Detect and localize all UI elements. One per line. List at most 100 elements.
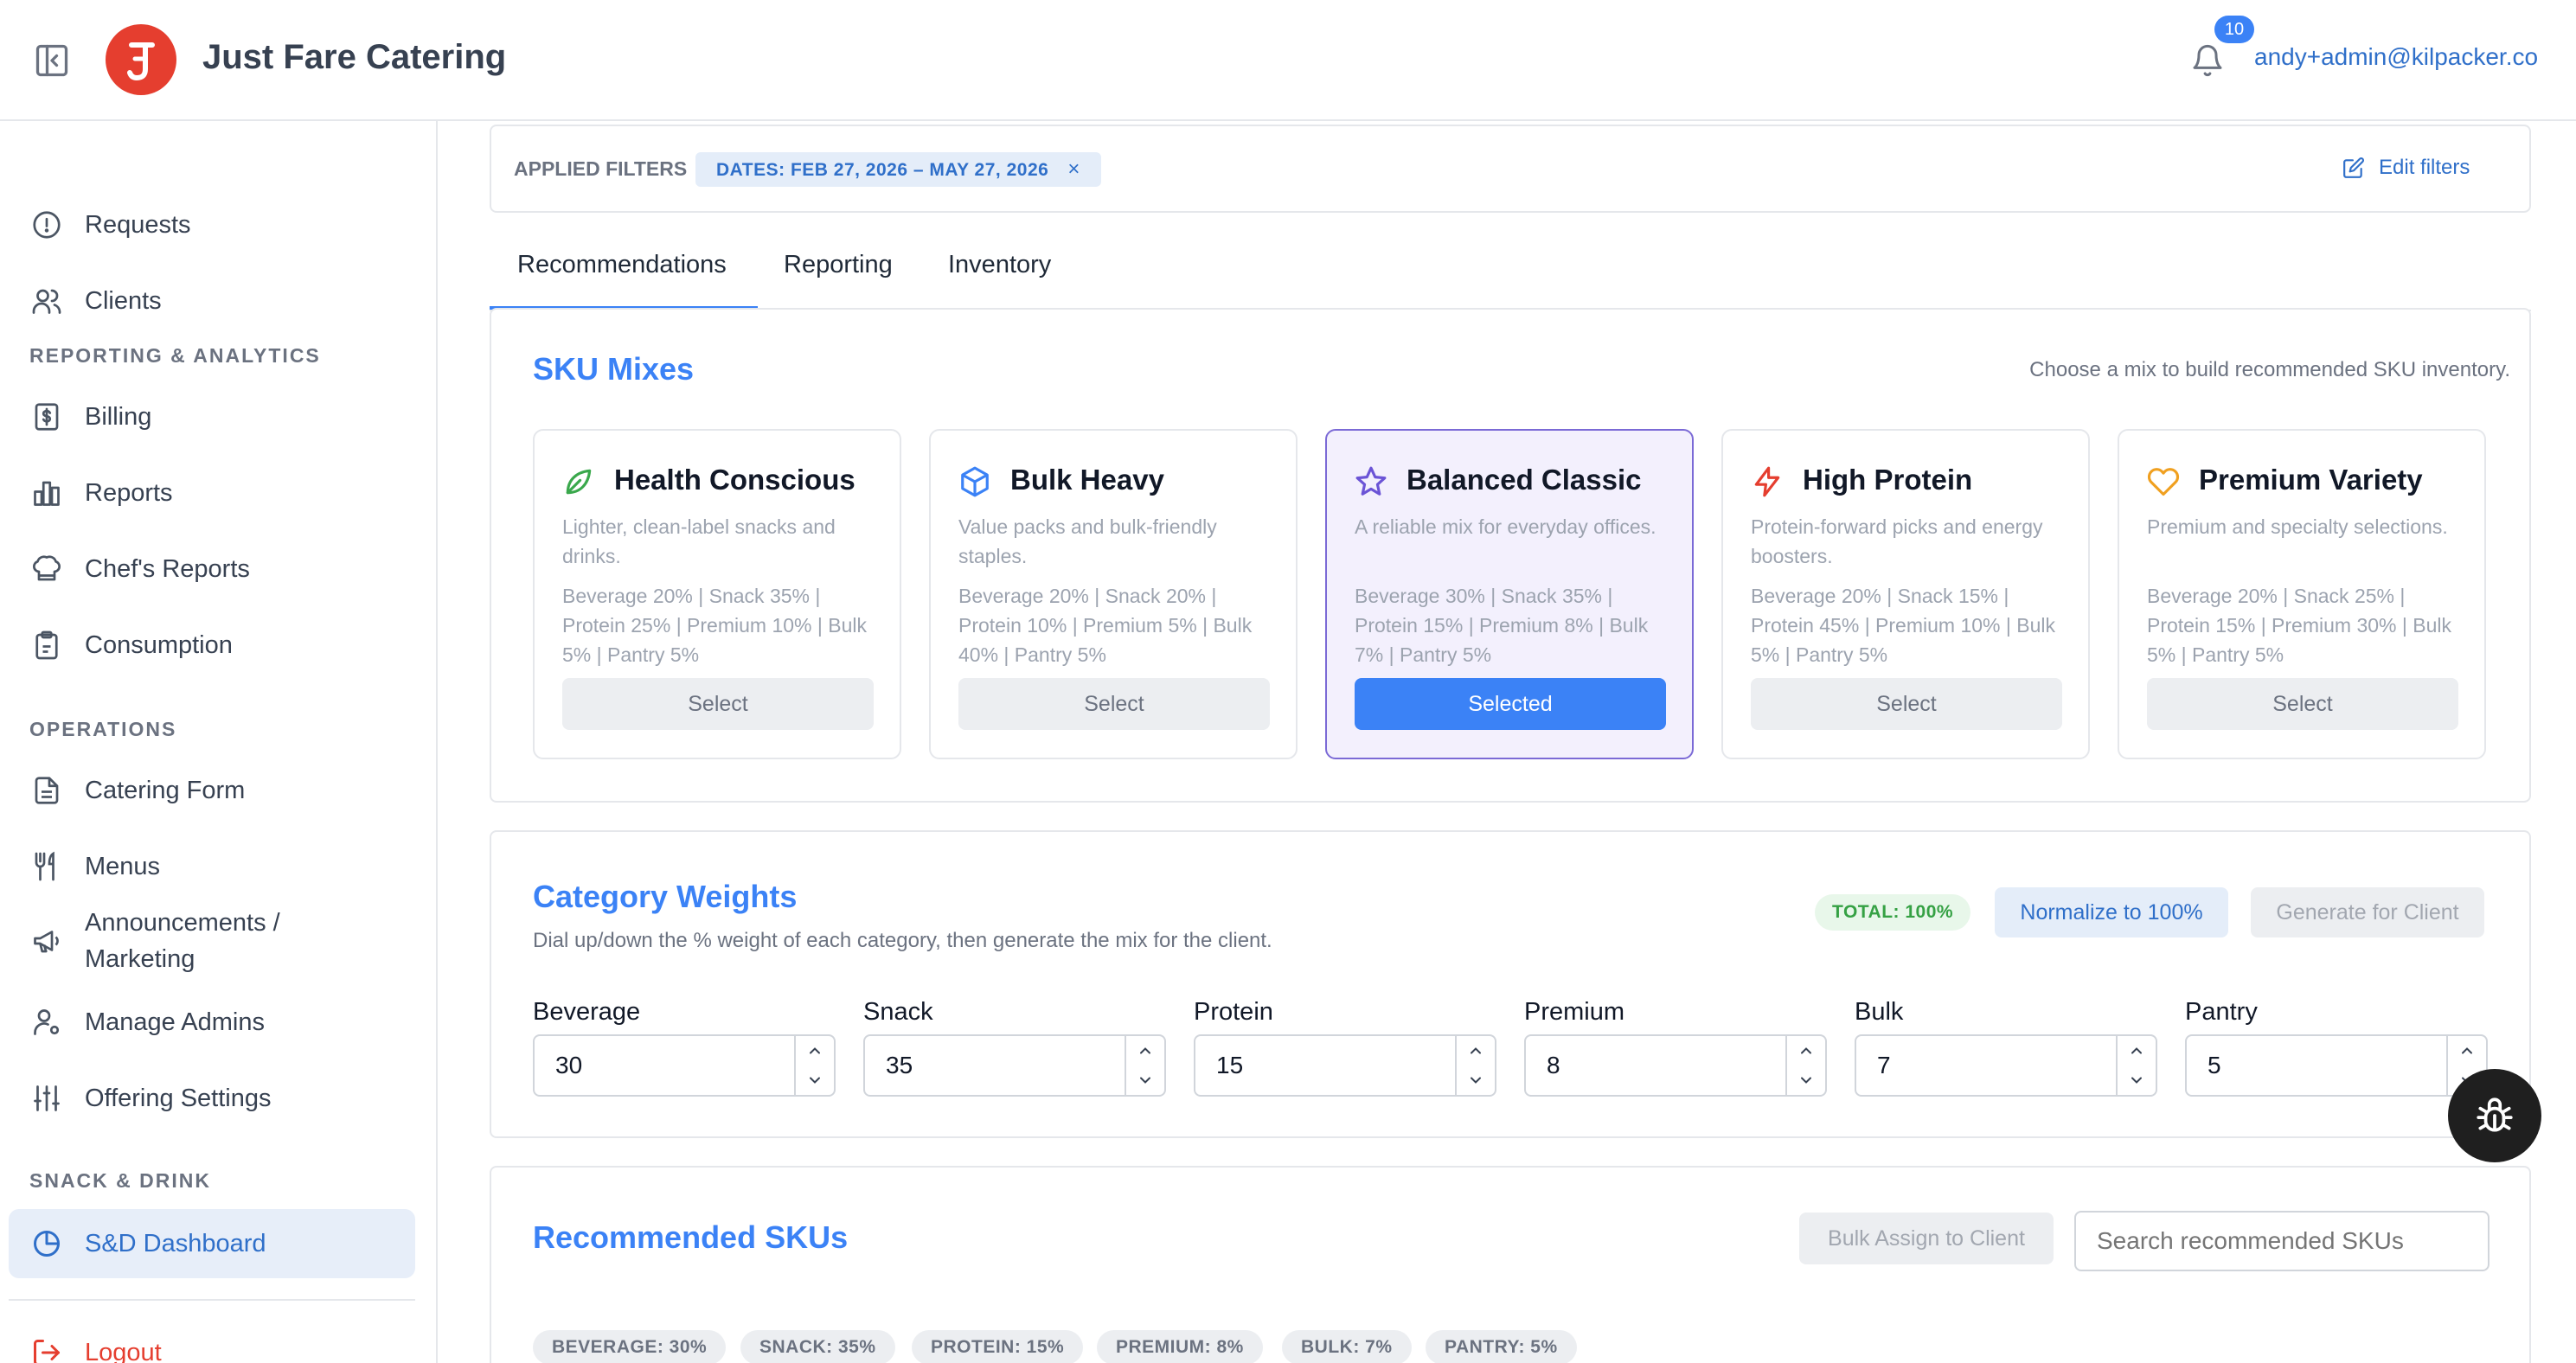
chevron-up-icon[interactable] — [796, 1036, 834, 1065]
sku-mixes-hint: Choose a mix to build recommended SKU in… — [2029, 358, 2510, 381]
mix-card-balanced-classic[interactable]: Balanced Classic A reliable mix for ever… — [1325, 429, 1694, 759]
bell-icon[interactable] — [2190, 42, 2225, 80]
chevron-up-icon[interactable] — [1457, 1036, 1495, 1065]
sidebar-toggle-icon[interactable] — [33, 42, 71, 80]
search-recommended-input[interactable] — [2074, 1211, 2489, 1271]
weight-input[interactable]: 7 — [1855, 1034, 2157, 1097]
total-badge: TOTAL: 100% — [1815, 894, 1971, 931]
weight-value: 8 — [1547, 1052, 1560, 1078]
weight-field-bulk: Bulk 7 — [1855, 995, 2157, 1097]
chevron-up-icon[interactable] — [1126, 1036, 1164, 1065]
select-mix-button[interactable]: Select — [562, 678, 874, 730]
sidebar-item-label: Clients — [85, 287, 162, 315]
edit-filters-link[interactable]: Edit filters — [2342, 156, 2470, 180]
bug-report-button[interactable] — [2448, 1069, 2541, 1162]
sidebar-item-chefs-reports[interactable]: Chef's Reports — [9, 536, 415, 602]
sidebar-item-label: Reports — [85, 479, 173, 507]
normalize-button[interactable]: Normalize to 100% — [1995, 887, 2228, 937]
logout-button[interactable]: Logout — [9, 1320, 415, 1363]
sidebar-item-requests[interactable]: Requests — [9, 192, 415, 258]
mix-description: Protein-forward picks and energy booster… — [1751, 515, 2043, 567]
mix-card-health-conscious[interactable]: Health Conscious Lighter, clean-label sn… — [533, 429, 901, 759]
weight-label: Premium — [1524, 998, 1625, 1026]
sidebar-item-label: Requests — [85, 211, 191, 239]
sidebar-item-menus[interactable]: Menus — [9, 834, 415, 899]
sidebar-item-label: Menus — [85, 853, 161, 880]
top-bar: Just Fare Catering 10 andy+admin@kilpack… — [0, 0, 2576, 121]
mix-description: Premium and specialty selections. — [2147, 515, 2448, 538]
notification-badge[interactable]: 10 — [2214, 16, 2254, 43]
weight-label: Bulk — [1855, 998, 1904, 1026]
megaphone-icon — [31, 925, 62, 957]
weight-value: 5 — [2208, 1052, 2221, 1078]
mix-card-bulk-heavy[interactable]: Bulk Heavy Value packs and bulk-friendly… — [929, 429, 1298, 759]
mix-card-premium-variety[interactable]: Premium Variety Premium and specialty se… — [2118, 429, 2486, 759]
weight-label: Snack — [863, 998, 933, 1026]
chevron-down-icon[interactable] — [1126, 1065, 1164, 1095]
tab-inventory[interactable]: Inventory — [920, 247, 1079, 310]
tab-reporting[interactable]: Reporting — [756, 247, 920, 310]
remove-filter-icon[interactable]: × — [1067, 152, 1080, 187]
weight-value: 35 — [886, 1052, 913, 1078]
sidebar-item-label: Offering Settings — [85, 1085, 272, 1112]
number-stepper[interactable] — [1125, 1036, 1164, 1095]
bulk-assign-button[interactable]: Bulk Assign to Client — [1799, 1213, 2054, 1264]
generate-for-client-button[interactable]: Generate for Client — [2251, 887, 2484, 937]
document-icon — [31, 775, 62, 806]
chevron-up-icon[interactable] — [2448, 1036, 2486, 1065]
pie-chart-icon — [31, 1228, 62, 1259]
sidebar-item-clients[interactable]: Clients — [9, 268, 415, 334]
number-stepper[interactable] — [1455, 1036, 1495, 1095]
category-pill-bulk: BULK: 7% — [1282, 1330, 1412, 1363]
sidebar-item-consumption[interactable]: Consumption — [9, 612, 415, 678]
sidebar-item-billing[interactable]: Billing — [9, 384, 415, 450]
sku-mixes-panel: SKU Mixes Choose a mix to build recommen… — [490, 308, 2531, 803]
weight-input[interactable]: 30 — [533, 1034, 836, 1097]
users-icon — [31, 285, 62, 317]
sidebar-item-label: Billing — [85, 403, 152, 431]
number-stepper[interactable] — [2116, 1036, 2156, 1095]
box-icon — [958, 465, 991, 498]
chevron-down-icon[interactable] — [796, 1065, 834, 1095]
sidebar-item-announcements[interactable]: Announcements / Marketing — [9, 898, 415, 984]
select-mix-button[interactable]: Select — [1751, 678, 2062, 730]
sidebar-item-label: Catering Form — [85, 777, 246, 804]
sidebar-item-manage-admins[interactable]: Manage Admins — [9, 989, 415, 1055]
mix-title: Premium Variety — [2199, 464, 2423, 496]
heart-icon — [2147, 465, 2180, 498]
tab-bar: Recommendations Reporting Inventory — [490, 234, 2531, 311]
mix-split: Beverage 20% | Snack 35% | Protein 25% |… — [562, 585, 867, 666]
weight-input[interactable]: 8 — [1524, 1034, 1827, 1097]
user-email-link[interactable]: andy+admin@kilpacker.co — [2254, 43, 2538, 71]
category-pill-snack: SNACK: 35% — [740, 1330, 895, 1363]
mix-title: High Protein — [1803, 464, 1973, 496]
chevron-up-icon[interactable] — [2118, 1036, 2156, 1065]
chevron-down-icon[interactable] — [1457, 1065, 1495, 1095]
mix-split: Beverage 30% | Snack 35% | Protein 15% |… — [1355, 585, 1649, 666]
weight-input[interactable]: 15 — [1194, 1034, 1496, 1097]
weight-input[interactable]: 35 — [863, 1034, 1166, 1097]
select-mix-button[interactable]: Select — [2147, 678, 2458, 730]
number-stepper[interactable] — [1785, 1036, 1825, 1095]
chevron-up-icon[interactable] — [1787, 1036, 1825, 1065]
category-pill-beverage: BEVERAGE: 30% — [533, 1330, 727, 1363]
sidebar-item-sd-dashboard[interactable]: S&D Dashboard — [9, 1209, 415, 1278]
sidebar-item-catering-form[interactable]: Catering Form — [9, 758, 415, 823]
sidebar-item-reports[interactable]: Reports — [9, 460, 415, 526]
applied-filters-bar: APPLIED FILTERS DATES: FEB 27, 2026 – MA… — [490, 125, 2531, 213]
tab-recommendations[interactable]: Recommendations — [490, 247, 758, 310]
selected-mix-button[interactable]: Selected — [1355, 678, 1666, 730]
mix-description: Value packs and bulk-friendly staples. — [958, 515, 1217, 567]
select-mix-button[interactable]: Select — [958, 678, 1270, 730]
mix-card-high-protein[interactable]: High Protein Protein-forward picks and e… — [1721, 429, 2090, 759]
number-stepper[interactable] — [794, 1036, 834, 1095]
alert-circle-icon — [31, 209, 62, 240]
weight-label: Protein — [1194, 998, 1273, 1026]
brand-logo[interactable] — [106, 24, 176, 95]
sku-mixes-title: SKU Mixes — [533, 351, 695, 387]
weight-input[interactable]: 5 — [2185, 1034, 2488, 1097]
sidebar-item-offering-settings[interactable]: Offering Settings — [9, 1065, 415, 1131]
chevron-down-icon[interactable] — [1787, 1065, 1825, 1095]
chevron-down-icon[interactable] — [2118, 1065, 2156, 1095]
section-label-snack-drink: SNACK & DRINK — [29, 1169, 211, 1192]
